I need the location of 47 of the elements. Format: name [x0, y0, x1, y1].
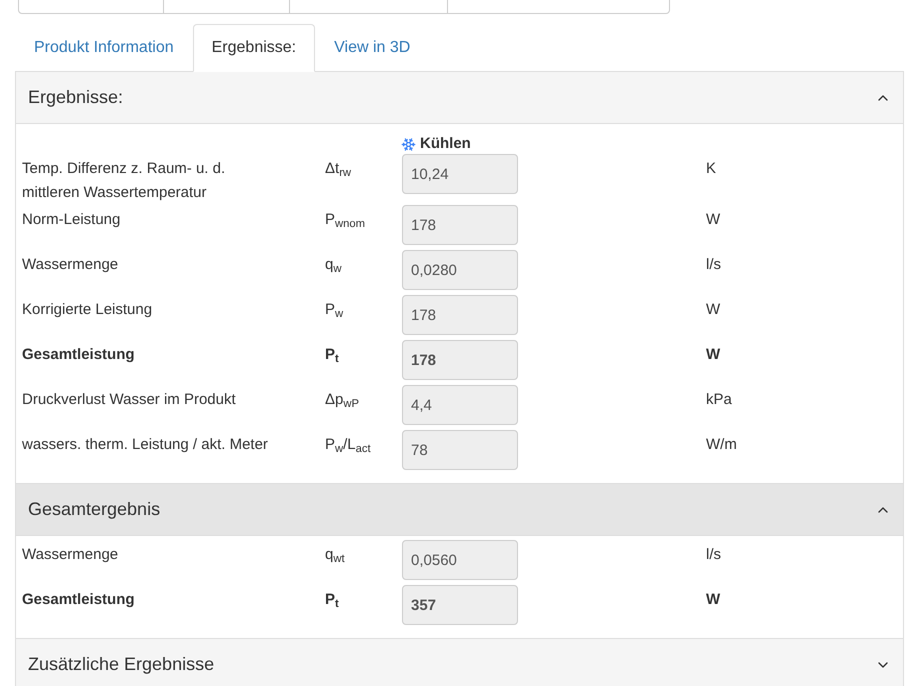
value-field[interactable]: 357 [402, 585, 518, 625]
row-label: Korrigierte Leistung [22, 300, 154, 320]
row-label: Temp. Differenz z. Raum- u. d. mittleren Wassertemperatur [22, 159, 226, 203]
unit-label: W [706, 210, 720, 230]
value-field[interactable]: 10,24 [402, 154, 518, 194]
value-field[interactable]: 4,4 [402, 385, 518, 425]
unit-label: l/s [706, 255, 721, 275]
value-field[interactable]: 178 [402, 340, 518, 380]
row-label: Wassermenge [22, 255, 120, 275]
row-label: Wassermenge [22, 545, 120, 565]
symbol-label: Δt$_{rw}$ [325, 159, 352, 181]
row-label: Gesamtleistung [22, 345, 136, 365]
row-label: Gesamtleistung [22, 590, 136, 610]
value-field[interactable]: 178 [402, 295, 518, 335]
symbol-label: Δp$_{wP}$ [325, 390, 360, 412]
value-field[interactable]: 0,0560 [402, 540, 518, 580]
unit-label: K [706, 159, 716, 179]
section-header[interactable]: Ergebnisse: [16, 72, 903, 124]
row-label: Norm-Leistung [22, 210, 122, 230]
row-label: wassers. therm. Leistung / akt. Meter [22, 435, 269, 455]
value-field[interactable]: 78 [402, 430, 518, 470]
row-label: Druckverlust Wasser im Produkt [22, 390, 237, 410]
symbol-label: P$_{t}$ [325, 590, 340, 612]
symbol-label: q$_{w}$ [325, 255, 342, 277]
symbol-label: P$_{wnom}$ [325, 210, 366, 232]
tab[interactable]: Ergebnisse: [192, 24, 316, 72]
tab[interactable]: View in 3D [315, 24, 430, 72]
symbol-label: q$_{wt}$ [325, 545, 346, 567]
unit-label: kPa [706, 390, 732, 410]
section-header[interactable]: Zusätzliche Ergebnisse [16, 639, 903, 686]
section-title: Gesamtergebnis [28, 498, 160, 521]
section-title: Ergebnisse: [28, 86, 124, 109]
unit-label: W [706, 345, 720, 365]
unit-label: W [706, 590, 720, 610]
unit-label: W [706, 300, 720, 320]
symbol-label: P$_{t}$ [325, 345, 340, 367]
tab[interactable]: Produkt Information [15, 24, 193, 72]
section-title: Zusätzliche Ergebnisse [28, 653, 214, 676]
value-field[interactable]: 178 [402, 205, 518, 245]
mode-label: Kühlen [420, 134, 471, 154]
symbol-label: P$_{w}$/L$_{act}$ [325, 435, 372, 457]
snowflake-icon [401, 136, 416, 152]
unit-label: l/s [706, 545, 721, 565]
value-field[interactable]: 0,0280 [402, 250, 518, 290]
section-header[interactable]: Gesamtergebnis [16, 484, 903, 536]
unit-label: W/m [706, 435, 737, 455]
symbol-label: P$_{w}$ [325, 300, 344, 322]
